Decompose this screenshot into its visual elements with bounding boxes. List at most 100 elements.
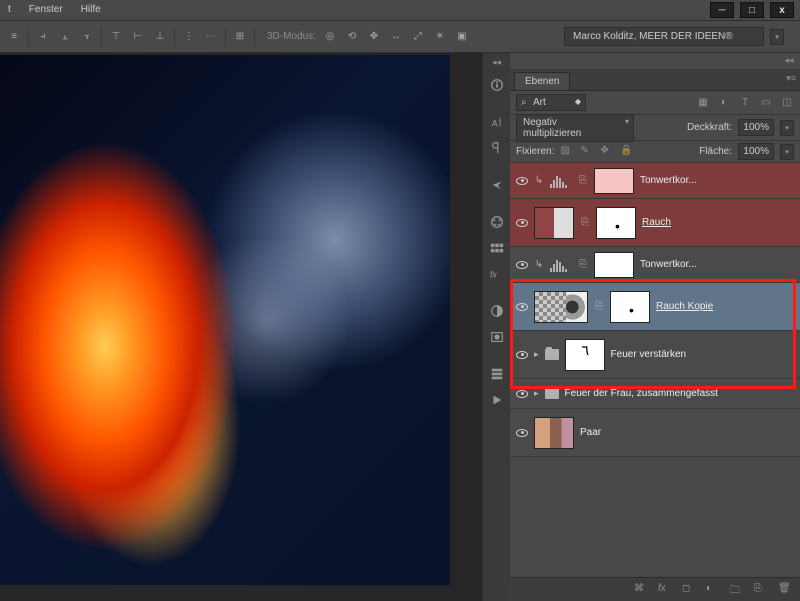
fill-dropdown[interactable]: ▾ — [780, 144, 794, 160]
collapse-arrow-icon[interactable]: ◂◂ — [492, 57, 502, 71]
dist-spacing-icon[interactable]: ⊞ — [232, 28, 248, 46]
link-icon[interactable]: ⎘ — [578, 258, 588, 272]
layer-name[interactable]: Paar — [580, 427, 601, 438]
layer-row[interactable]: ⎘ Rauch — [510, 199, 800, 247]
align-right-icon[interactable]: ⫟ — [79, 28, 95, 46]
layer-row[interactable]: ↳ ⎘ Tonwertkor... — [510, 163, 800, 199]
character-panel-icon[interactable]: A — [485, 109, 509, 134]
styles-panel-icon[interactable]: fx — [485, 261, 509, 286]
layer-row[interactable]: ▸ Feuer der Frau, zusammengefasst — [510, 379, 800, 409]
layer-mask-thumb[interactable] — [594, 252, 634, 278]
mask-icon[interactable]: ◻ — [682, 583, 696, 597]
expand-arrow-icon[interactable]: ▸ — [534, 349, 539, 360]
layer-thumb-content[interactable] — [566, 291, 588, 323]
close-button[interactable]: x — [770, 2, 794, 18]
maximize-button[interactable]: □ — [740, 2, 764, 18]
adjustments-panel-icon[interactable] — [485, 298, 509, 323]
lock-pixels-icon[interactable]: ✎ — [580, 145, 594, 159]
layer-thumb[interactable] — [534, 417, 574, 449]
align-left-icon[interactable]: ⫞ — [35, 28, 51, 46]
visibility-toggle[interactable] — [510, 429, 534, 437]
info-panel-icon[interactable] — [485, 72, 509, 97]
lock-transparency-icon[interactable]: ▨ — [560, 145, 574, 159]
3d-slide-icon[interactable]: ↔ — [388, 28, 404, 46]
layer-name[interactable]: Feuer verstärken — [611, 349, 687, 360]
layer-name[interactable]: Tonwertkor... — [640, 175, 697, 186]
align-bottom-icon[interactable]: ⊥ — [152, 28, 168, 46]
layer-row[interactable]: ⎘ Rauch Kopie — [510, 283, 800, 331]
mode3d-label: 3D-Modus: — [267, 31, 316, 42]
layer-mask-thumb[interactable] — [610, 291, 650, 323]
layer-row[interactable]: ↳ ⎘ Tonwertkor... — [510, 247, 800, 283]
minimize-button[interactable]: ─ — [710, 2, 734, 18]
group-icon[interactable]: 🗀 — [730, 583, 744, 597]
3d-rotate-icon[interactable]: ⟲ — [344, 28, 360, 46]
align-middle-icon[interactable]: ⊢ — [130, 28, 146, 46]
swatches-panel-icon[interactable] — [485, 235, 509, 260]
visibility-toggle[interactable] — [510, 390, 534, 398]
color-panel-icon[interactable] — [485, 209, 509, 234]
layer-filter-dropdown[interactable]: ⌕Art◆ — [516, 94, 586, 111]
blend-mode-dropdown[interactable]: Negativ multiplizieren — [516, 114, 634, 142]
history-panel-icon[interactable] — [485, 361, 509, 386]
layer-name[interactable]: Tonwertkor... — [640, 259, 697, 270]
link-icon[interactable]: ⎘ — [578, 174, 588, 188]
3d-light-icon[interactable]: ☀ — [432, 28, 448, 46]
filter-type-icon[interactable]: T — [738, 96, 752, 110]
filter-adjust-icon[interactable]: ◐ — [717, 96, 731, 110]
layer-mask-thumb[interactable] — [594, 168, 634, 194]
visibility-toggle[interactable] — [510, 303, 534, 311]
user-field[interactable]: Marco Kolditz, MEER DER IDEEN® — [564, 27, 764, 46]
dist-v-icon[interactable]: ⋯ — [203, 28, 219, 46]
3d-zoom-icon[interactable]: ⤢ — [410, 28, 426, 46]
lock-position-icon[interactable]: ✥ — [600, 145, 614, 159]
fx-icon[interactable]: fx — [658, 583, 672, 597]
collapse-panel-icon[interactable]: ◂◂ — [784, 55, 794, 69]
menu-fenster[interactable]: Fenster — [29, 4, 63, 15]
opacity-field[interactable]: 100% — [738, 119, 774, 136]
adjustment-icon[interactable]: ◐ — [706, 583, 720, 597]
3d-orbit-icon[interactable]: ◎ — [322, 28, 338, 46]
3d-camera-icon[interactable]: ▣ — [454, 28, 470, 46]
menu-hilfe[interactable]: Hilfe — [81, 4, 101, 15]
opacity-dropdown[interactable]: ▾ — [780, 120, 794, 136]
paragraph-panel-icon[interactable] — [485, 135, 509, 160]
align-top-icon[interactable]: ⊤ — [108, 28, 124, 46]
layer-row[interactable]: Paar — [510, 409, 800, 457]
panel-menu-icon[interactable]: ▾≡ — [786, 73, 796, 84]
menu-t[interactable]: t — [8, 4, 11, 15]
visibility-toggle[interactable] — [510, 261, 534, 269]
layer-mask-thumb[interactable] — [596, 207, 636, 239]
masks-panel-icon[interactable] — [485, 324, 509, 349]
align-center-icon[interactable]: ⫠ — [57, 28, 73, 46]
visibility-toggle[interactable] — [510, 219, 534, 227]
tool-icon[interactable]: ≡ — [6, 28, 22, 46]
layer-name[interactable]: Rauch Kopie — [656, 301, 713, 312]
canvas-area[interactable] — [0, 53, 482, 601]
layer-thumb[interactable] — [534, 207, 574, 239]
link-layers-icon[interactable]: ⌘ — [634, 583, 648, 597]
layer-name[interactable]: Feuer der Frau, zusammengefasst — [565, 388, 718, 399]
link-icon[interactable]: ⎘ — [594, 300, 604, 314]
group-mask-thumb[interactable] — [565, 339, 605, 371]
navigator-panel-icon[interactable] — [485, 172, 509, 197]
3d-pan-icon[interactable]: ✥ — [366, 28, 382, 46]
visibility-toggle[interactable] — [510, 177, 534, 185]
filter-shape-icon[interactable]: ▭ — [759, 96, 773, 110]
link-icon[interactable]: ⎘ — [580, 216, 590, 230]
filter-smart-icon[interactable]: ◫ — [780, 96, 794, 110]
layer-row[interactable]: ▸ Feuer verstärken — [510, 331, 800, 379]
document-canvas[interactable] — [0, 55, 450, 585]
layer-name[interactable]: Rauch — [642, 217, 671, 228]
user-dropdown[interactable]: ▾ — [770, 29, 784, 45]
visibility-toggle[interactable] — [510, 351, 534, 359]
expand-arrow-icon[interactable]: ▸ — [534, 388, 539, 399]
layers-tab[interactable]: Ebenen — [514, 72, 570, 90]
new-layer-icon[interactable]: ⎘ — [754, 583, 768, 597]
fill-field[interactable]: 100% — [738, 143, 774, 160]
delete-icon[interactable]: 🗑 — [778, 583, 792, 597]
dist-h-icon[interactable]: ⋮ — [181, 28, 197, 46]
actions-panel-icon[interactable] — [485, 387, 509, 412]
filter-pixel-icon[interactable]: ▦ — [696, 96, 710, 110]
lock-all-icon[interactable]: 🔒 — [620, 145, 634, 159]
